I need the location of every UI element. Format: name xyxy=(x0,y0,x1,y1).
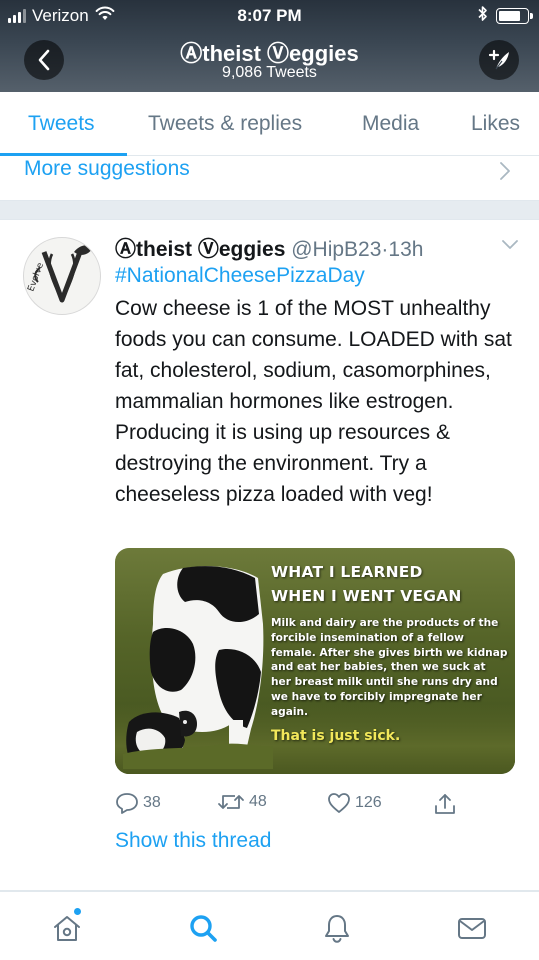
tweet-author-name[interactable]: Ⓐtheist Ⓥeggies xyxy=(115,238,285,261)
active-tab-indicator xyxy=(0,153,127,156)
tweet-text: Cow cheese is 1 of the MOST unhealthy fo… xyxy=(115,297,512,506)
tab-media[interactable]: Media xyxy=(362,112,419,136)
profile-header: Verizon 8:07 PM Ⓐtheist Ⓥeggies 9,086 Tw… xyxy=(0,0,539,92)
mail-icon xyxy=(458,918,486,939)
media-body-text: Milk and dairy are the products of the f… xyxy=(271,617,508,718)
avatar[interactable]: Evolve xyxy=(23,237,101,315)
nav-search[interactable] xyxy=(183,908,223,948)
tweet-media-image[interactable]: WHAT I LEARNED WHEN I WENT VEGAN Milk an… xyxy=(115,548,515,774)
media-footer-text: That is just sick. xyxy=(271,727,401,744)
share-icon xyxy=(435,794,455,814)
vegan-logo-icon: Evolve xyxy=(26,244,94,303)
status-right xyxy=(477,5,533,27)
bluetooth-icon xyxy=(477,5,488,27)
search-icon xyxy=(190,915,217,942)
more-suggestions-row[interactable]: More suggestions xyxy=(0,157,539,190)
tweet-actions: 38 48 126 xyxy=(115,792,515,822)
nav-home[interactable] xyxy=(47,908,87,948)
tweet-author-handle[interactable]: @HipB23 xyxy=(291,238,381,261)
more-suggestions-link[interactable]: More suggestions xyxy=(24,157,190,181)
tweet-header: Ⓐtheist Ⓥeggies @HipB23·13h xyxy=(115,233,515,263)
media-text-overlay: WHAT I LEARNED WHEN I WENT VEGAN Milk an… xyxy=(271,560,509,744)
like-button[interactable]: 126 xyxy=(327,792,382,814)
media-heading-line-2: WHEN I WENT VEGAN xyxy=(271,587,462,605)
show-thread-link[interactable]: Show this thread xyxy=(115,829,271,853)
chevron-down-icon[interactable] xyxy=(501,239,519,251)
reply-button[interactable]: 38 xyxy=(115,792,161,814)
battery-icon xyxy=(496,8,533,24)
compose-tweet-button[interactable] xyxy=(479,40,519,80)
media-heading-line-1: WHAT I LEARNED xyxy=(271,563,423,581)
share-button[interactable] xyxy=(433,792,457,816)
nav-messages[interactable] xyxy=(452,908,492,948)
tweet[interactable]: Evolve Ⓐtheist Ⓥeggies @HipB23·13h #Nati… xyxy=(0,221,539,891)
bottom-navigation xyxy=(0,891,539,960)
status-bar: Verizon 8:07 PM xyxy=(0,0,539,30)
notification-dot xyxy=(74,908,81,915)
compose-tweet-icon xyxy=(488,49,509,70)
tab-tweets-and-replies[interactable]: Tweets & replies xyxy=(148,112,302,136)
svg-text:Evolve: Evolve xyxy=(26,261,46,293)
home-icon xyxy=(54,916,80,941)
bell-icon xyxy=(325,915,349,943)
status-time: 8:07 PM xyxy=(237,6,302,25)
tab-likes[interactable]: Likes xyxy=(471,112,520,136)
profile-tabs: Tweets Tweets & replies Media Likes xyxy=(0,92,539,156)
chevron-right-icon xyxy=(500,162,510,180)
cow-and-calf-illustration xyxy=(123,566,273,769)
retweet-button[interactable]: 48 xyxy=(217,792,267,812)
tab-tweets[interactable]: Tweets xyxy=(28,112,95,136)
tweet-timestamp: 13h xyxy=(388,238,424,261)
heart-icon xyxy=(328,793,350,813)
reply-icon xyxy=(116,793,138,814)
section-separator xyxy=(0,200,539,220)
tweet-hashtag[interactable]: #NationalCheesePizzaDay xyxy=(115,264,365,288)
retweet-count: 48 xyxy=(249,793,267,810)
retweet-icon xyxy=(218,795,244,809)
tweet-count: 9,086 Tweets xyxy=(222,64,317,81)
reply-count: 38 xyxy=(143,794,161,811)
like-count: 126 xyxy=(355,794,382,811)
nav-notifications[interactable] xyxy=(317,908,357,948)
